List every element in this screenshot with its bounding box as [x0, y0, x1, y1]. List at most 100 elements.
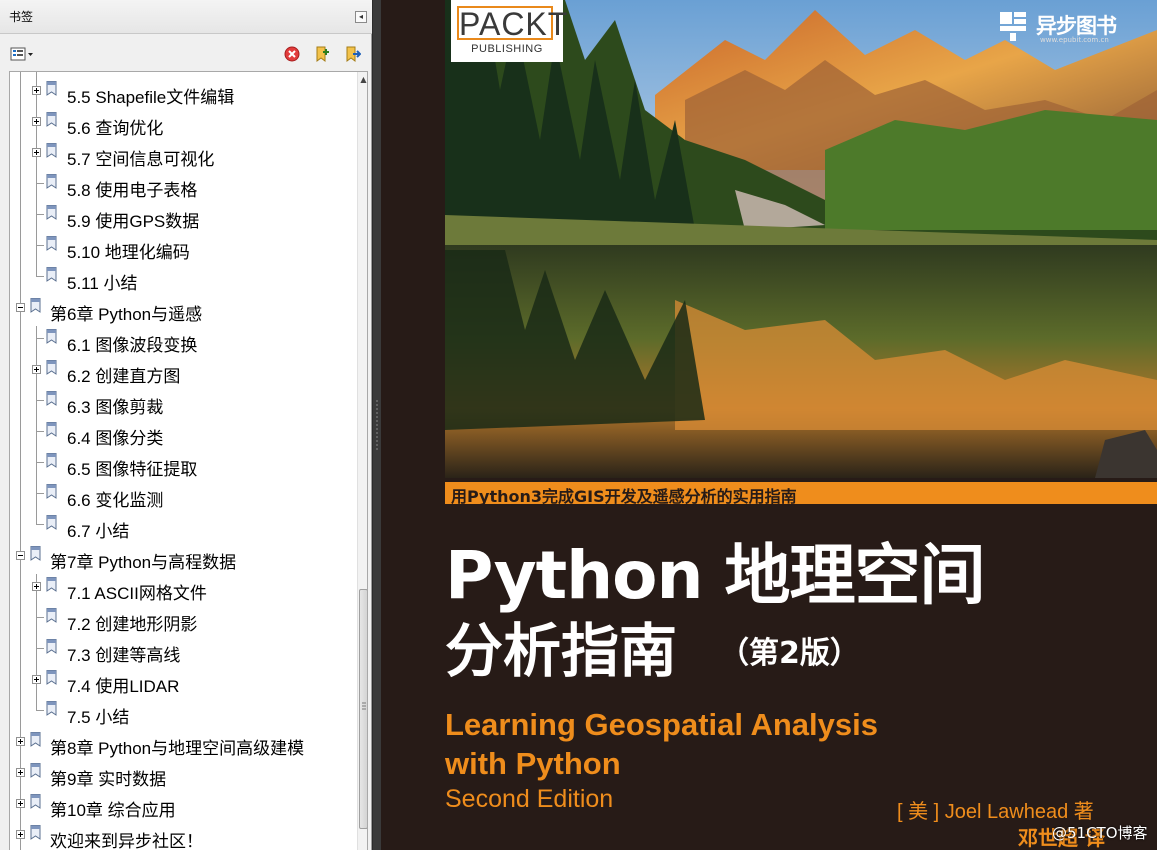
bookmark-icon	[46, 608, 57, 623]
bookmark-icon	[30, 763, 41, 778]
bookmark-section-item[interactable]: 6.6 变化监测	[10, 481, 350, 510]
bookmark-icon	[46, 236, 57, 251]
imprint-url: www.epubit.com.cn	[1040, 36, 1109, 44]
tree-connector-line	[36, 400, 44, 401]
bookmark-icon	[46, 391, 57, 406]
bookmark-label: 6.7 小结	[67, 522, 130, 541]
expand-toggle-icon[interactable]	[16, 768, 25, 777]
tree-connector-line	[36, 493, 44, 494]
bookmark-chapter-item[interactable]: 第6章 Python与遥感	[10, 295, 350, 324]
bookmark-section-item[interactable]: 7.3 创建等高线	[10, 636, 350, 665]
bookmark-icon	[46, 81, 57, 96]
title-english-line1: Learning Geospatial Analysis	[445, 707, 878, 742]
find-current-bookmark-icon[interactable]	[345, 46, 361, 62]
bookmark-section-item[interactable]: 7.4 使用LIDAR	[10, 667, 350, 696]
bookmark-section-item[interactable]: 6.2 创建直方图	[10, 357, 350, 386]
bookmark-section-item[interactable]: 5.11 小结	[10, 264, 350, 293]
expand-toggle-icon[interactable]	[32, 365, 41, 374]
bookmark-label: 7.3 创建等高线	[67, 646, 181, 665]
bookmark-tree: 5.5 Shapefile文件编辑 5.6 查询优化 5.7 空间信息可视化 5.8 …	[9, 71, 368, 850]
options-menu-icon[interactable]	[10, 46, 34, 62]
bookmark-section-item[interactable]: 5.6 查询优化	[10, 109, 350, 138]
tagline-bar: 用Python3完成GIS开发及遥感分析的实用指南	[445, 482, 1157, 506]
expand-toggle-icon[interactable]	[32, 582, 41, 591]
expand-toggle-icon[interactable]	[16, 830, 25, 839]
bookmark-chapter-item[interactable]: 第10章 综合应用	[10, 791, 350, 820]
bookmark-chapter-item[interactable]: 第7章 Python与高程数据	[10, 543, 350, 572]
bookmark-icon	[46, 360, 57, 375]
bookmark-label: 5.11 小结	[67, 274, 138, 293]
expand-toggle-icon[interactable]	[32, 148, 41, 157]
bookmark-section-item[interactable]: 5.8 使用电子表格	[10, 171, 350, 200]
bookmark-section-item[interactable]: 5.7 空间信息可视化	[10, 140, 350, 169]
expand-toggle-icon[interactable]	[32, 117, 41, 126]
bookmark-label: 5.9 使用GPS数据	[67, 212, 200, 231]
bookmark-label: 5.10 地理化编码	[67, 243, 190, 262]
scroll-grip-icon	[362, 702, 366, 710]
bookmark-chapter-item[interactable]: 第8章 Python与地理空间高级建模	[10, 729, 350, 758]
bookmark-label: 7.1 ASCII网格文件	[67, 584, 207, 603]
bookmark-icon	[46, 577, 57, 592]
bookmark-label: 第7章 Python与高程数据	[50, 553, 237, 572]
bookmark-label: 6.6 变化监测	[67, 491, 164, 510]
tree-connector-line	[36, 462, 44, 463]
packt-logo-subtext: PUBLISHING	[471, 43, 543, 55]
title-chinese-line2: 分析指南	[445, 617, 678, 685]
bookmark-icon	[46, 453, 57, 468]
bookmark-section-item[interactable]: 7.1 ASCII网格文件	[10, 574, 350, 603]
bookmark-icon	[46, 143, 57, 158]
bookmark-label: 6.2 创建直方图	[67, 367, 181, 386]
bookmark-chapter-item[interactable]: 欢迎来到异步社区！	[10, 822, 350, 850]
bookmark-section-item[interactable]: 6.5 图像特征提取	[10, 450, 350, 479]
bookmark-label: 6.1 图像波段变换	[67, 336, 198, 355]
scroll-up-arrow[interactable]: ▲	[358, 74, 367, 86]
bookmark-section-item[interactable]: 6.3 图像剪裁	[10, 388, 350, 417]
bookmark-section-item[interactable]: 6.1 图像波段变换	[10, 326, 350, 355]
bookmark-icon	[46, 267, 57, 282]
bookmark-label: 5.6 查询优化	[67, 119, 164, 138]
bookmark-label: 6.5 图像特征提取	[67, 460, 198, 479]
epubit-mark-icon	[1000, 12, 1026, 41]
tree-connector-line	[36, 524, 44, 525]
collapse-toggle-icon[interactable]	[16, 303, 25, 312]
expand-bookmark-icon[interactable]	[314, 46, 330, 62]
bookmark-icon	[30, 794, 41, 809]
panel-title: 书签	[9, 10, 34, 24]
scroll-thumb[interactable]	[359, 589, 367, 829]
expand-toggle-icon[interactable]	[16, 737, 25, 746]
bookmark-section-item[interactable]: 7.5 小结	[10, 698, 350, 727]
expand-toggle-icon[interactable]	[32, 675, 41, 684]
bookmark-label: 第9章 实时数据	[50, 770, 167, 789]
bookmark-icon	[46, 639, 57, 654]
expand-toggle-icon[interactable]	[32, 86, 41, 95]
bookmark-label: 欢迎来到异步社区！	[50, 832, 203, 850]
bookmark-section-item[interactable]: 5.9 使用GPS数据	[10, 202, 350, 231]
expand-toggle-icon[interactable]	[16, 799, 25, 808]
edition-chinese: （第2版）	[719, 636, 860, 671]
delete-bookmark-icon[interactable]	[284, 46, 300, 62]
site-watermark: @51CTO博客	[1052, 824, 1148, 842]
bookmark-icon	[46, 670, 57, 685]
panel-splitter[interactable]	[373, 0, 381, 850]
tree-connector-line	[36, 183, 44, 184]
bookmark-chapter-item[interactable]: 第9章 实时数据	[10, 760, 350, 789]
bookmark-section-item[interactable]: 5.5 Shapefile文件编辑	[10, 78, 350, 107]
bookmark-label: 第10章 综合应用	[50, 801, 176, 820]
bookmark-label: 第8章 Python与地理空间高级建模	[50, 739, 305, 758]
tree-connector-line	[36, 276, 44, 277]
bookmark-section-item[interactable]: 7.2 创建地形阴影	[10, 605, 350, 634]
bookmark-icon	[46, 484, 57, 499]
bookmark-label: 7.4 使用LIDAR	[67, 677, 180, 696]
tree-connector-line	[36, 710, 44, 711]
collapse-toggle-icon[interactable]	[16, 551, 25, 560]
bookmark-section-item[interactable]: 6.4 图像分类	[10, 419, 350, 448]
bookmark-label: 5.5 Shapefile文件编辑	[67, 88, 235, 107]
bookmark-label: 7.2 创建地形阴影	[67, 615, 198, 634]
bookmark-label: 6.4 图像分类	[67, 429, 164, 448]
cover-photo-mountain-lake	[445, 0, 1157, 478]
collapse-panel-button[interactable]: ◂	[355, 11, 367, 23]
vertical-scrollbar[interactable]: ▲	[357, 72, 367, 850]
bookmarks-toolbar	[0, 38, 372, 70]
bookmark-section-item[interactable]: 5.10 地理化编码	[10, 233, 350, 262]
bookmark-section-item[interactable]: 6.7 小结	[10, 512, 350, 541]
